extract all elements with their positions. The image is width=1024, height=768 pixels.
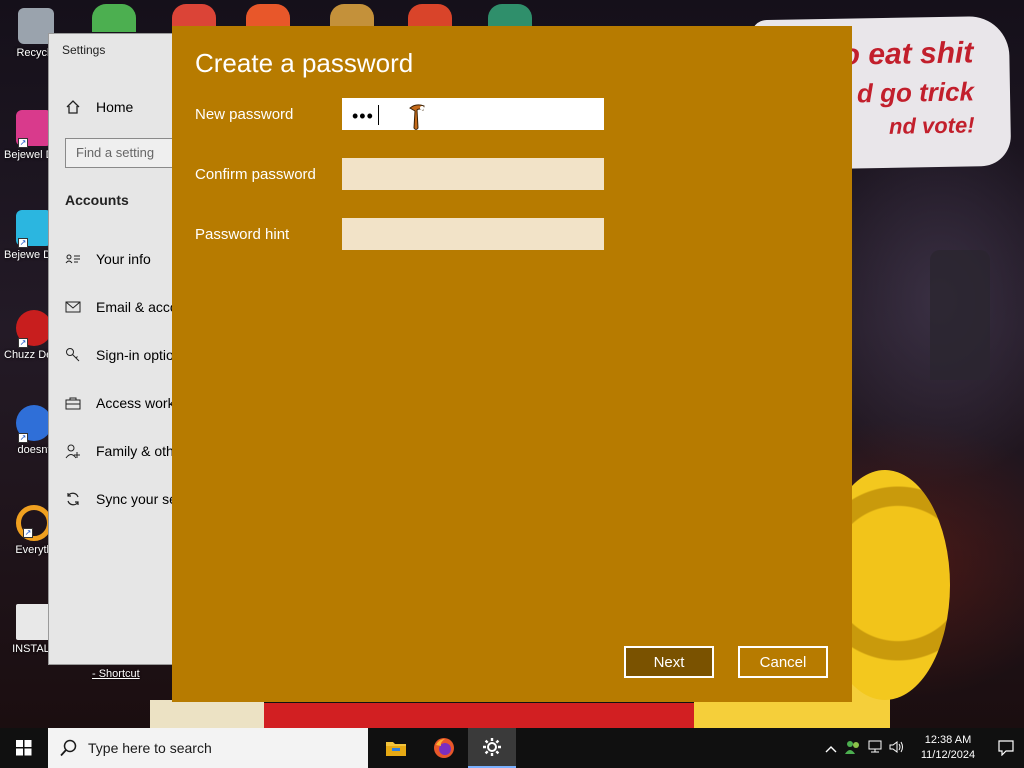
settings-nav-sign-in-options[interactable]: Sign-in options — [64, 346, 189, 364]
desktop-shortcut-caption: - Shortcut — [92, 668, 140, 680]
settings-section-heading: Accounts — [65, 192, 129, 208]
text-caret — [378, 105, 379, 125]
settings-nav-home-label: Home — [96, 99, 134, 115]
bejeweled-icon: ↗ — [16, 110, 52, 148]
poster-line-2: d go trick — [856, 76, 975, 109]
chuzzle-icon: ↗ — [16, 310, 52, 348]
taskbar-settings[interactable] — [468, 728, 516, 768]
search-icon — [60, 739, 77, 757]
notification-icon — [998, 740, 1014, 756]
everything-search-icon: ↗ — [16, 505, 52, 541]
dialog-title: Create a password — [195, 48, 414, 78]
poster-line-1: o eat shit — [841, 36, 974, 72]
people-tray-icon[interactable] — [842, 740, 864, 757]
desktop-app-icon-people[interactable] — [92, 4, 136, 32]
password-hint-label: Password hint — [195, 226, 290, 243]
settings-nav-your-info[interactable]: Your info — [64, 250, 151, 268]
volume-icon[interactable] — [886, 740, 908, 757]
clock-time: 12:38 AM — [924, 734, 972, 746]
settings-nav-label: Your info — [96, 251, 151, 267]
wallpaper-red-banner — [264, 700, 694, 728]
sync-icon — [64, 490, 82, 508]
wallpaper-tower — [930, 250, 990, 380]
taskbar-search-placeholder: Type here to search — [88, 740, 212, 756]
gear-icon — [483, 738, 501, 756]
contact-card-icon — [64, 250, 82, 268]
app-shortcut-icon: ↗ — [16, 405, 52, 443]
show-hidden-icons-chevron-icon[interactable] — [820, 741, 842, 756]
taskbar-file-explorer[interactable] — [372, 728, 420, 768]
bejeweled-icon: ↗ — [16, 210, 52, 248]
confirm-password-field[interactable] — [342, 158, 604, 190]
network-icon[interactable] — [864, 740, 886, 757]
briefcase-icon — [64, 394, 82, 412]
text-document-icon — [16, 604, 52, 640]
confirm-password-label: Confirm password — [195, 166, 316, 183]
wallpaper-cream-strip — [150, 700, 264, 728]
new-password-label: New password — [195, 106, 294, 123]
key-icon — [64, 346, 82, 364]
folder-icon — [386, 742, 406, 756]
mouse-cursor-icon — [409, 104, 425, 130]
new-password-field[interactable] — [342, 98, 604, 130]
clock-date: 11/12/2024 — [920, 749, 976, 761]
action-center-button[interactable] — [988, 728, 1024, 768]
taskbar: Type here to search 12:38 AM 11/12/2024 — [0, 728, 1024, 768]
taskbar-clock[interactable]: 12:38 AM 11/12/2024 — [908, 733, 988, 763]
person-add-icon — [64, 442, 82, 460]
system-tray: 12:38 AM 11/12/2024 — [820, 728, 1024, 768]
start-button[interactable] — [0, 728, 48, 768]
taskbar-search-box[interactable]: Type here to search — [48, 728, 368, 768]
mail-icon — [64, 298, 82, 316]
password-hint-field[interactable] — [342, 218, 604, 250]
next-button[interactable]: Next — [624, 646, 714, 678]
settings-window-title: Settings — [62, 43, 106, 57]
taskbar-firefox[interactable] — [420, 728, 468, 768]
create-password-dialog: Create a password New password ••• Confi… — [172, 26, 852, 702]
cancel-button[interactable]: Cancel — [738, 646, 828, 678]
windows-logo-icon — [16, 740, 32, 756]
firefox-icon — [434, 738, 454, 758]
poster-line-3: nd vote! — [888, 112, 975, 139]
home-icon — [64, 98, 82, 116]
settings-nav-home[interactable]: Home — [64, 98, 133, 116]
